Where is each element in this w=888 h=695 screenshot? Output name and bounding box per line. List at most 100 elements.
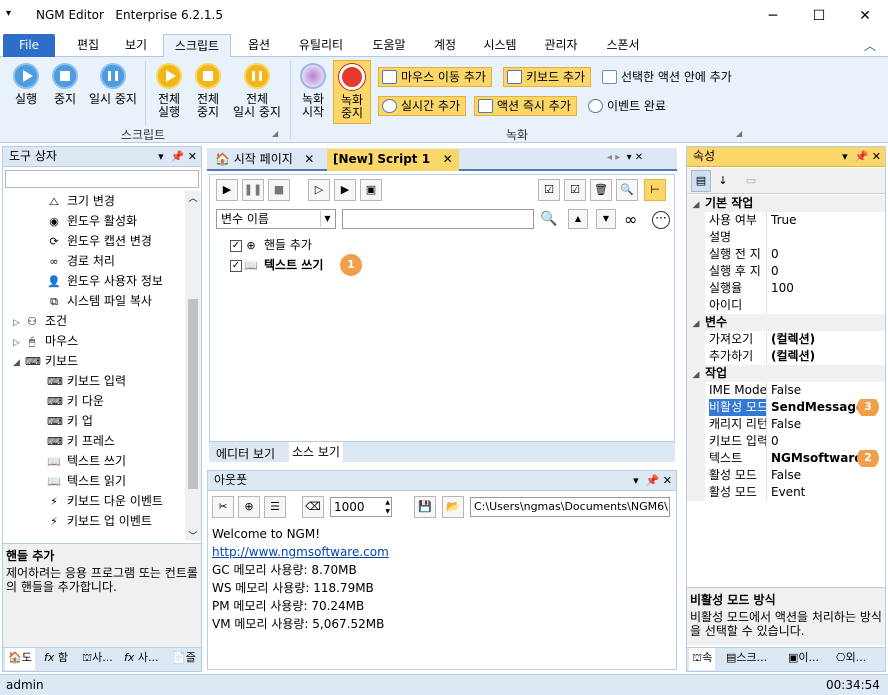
search-icon[interactable]: 🔍 xyxy=(540,211,557,227)
save-icon[interactable]: 💾 xyxy=(414,496,436,518)
record-start-button[interactable]: 녹화 시작 xyxy=(296,63,330,119)
infinity-icon[interactable]: ∞ xyxy=(624,210,637,229)
action-item[interactable]: ✓ 📖 텍스트 쓰기 1 xyxy=(230,254,530,276)
pause-all-button[interactable]: 전체 일시 중지 xyxy=(228,63,286,119)
property-row[interactable]: 활성 모드 Event xyxy=(687,484,885,501)
toolbox-item[interactable]: ∞ 경로 처리 xyxy=(3,251,185,271)
panel-buttons[interactable]: ▾ 📌 ✕ xyxy=(842,147,881,166)
step-over-icon[interactable]: ▣ xyxy=(360,179,382,201)
ribbon-collapse-icon[interactable]: ︿ xyxy=(864,37,876,54)
tab-scroll-icon[interactable]: ◂ ▸ ▾ ✕ xyxy=(607,152,643,163)
toolbox-item[interactable]: ⚡ 키보드 다운 이벤트 xyxy=(3,491,185,511)
variable-search-input[interactable] xyxy=(342,209,534,229)
tab-start-page[interactable]: 🏠 시작 페이지 ✕ xyxy=(209,149,320,171)
run-button[interactable]: 실행 xyxy=(6,63,46,106)
property-row[interactable]: IME Mode False xyxy=(687,382,885,399)
variable-name-select[interactable]: 변수 이름 ▼ xyxy=(216,209,336,229)
property-value[interactable]: False xyxy=(771,416,883,433)
toolbox-item[interactable]: ◉ 윈도우 활성화 xyxy=(3,211,185,231)
tree-view-icon[interactable]: ⊢ xyxy=(644,179,666,201)
tab-toolbox[interactable]: 🏠도 xyxy=(5,648,35,670)
toolbox-item[interactable]: ▷ 🖱 마우스 xyxy=(3,331,185,351)
expand-icon[interactable]: ▷ xyxy=(13,313,25,333)
categorized-icon[interactable]: ▤ xyxy=(691,170,711,192)
step-icon[interactable]: ▷ xyxy=(308,179,330,201)
minimize-button[interactable]: ─ xyxy=(750,0,796,32)
property-value[interactable]: 100 xyxy=(771,280,883,297)
action-checkbox[interactable]: ✓ xyxy=(230,259,242,272)
property-row[interactable]: 추가하기 (컬렉션) xyxy=(687,348,885,365)
tab-editor-view[interactable]: 에디터 보기 xyxy=(213,444,278,466)
add-action-now-button[interactable]: 액션 즉시 추가 xyxy=(474,96,577,116)
stepper-arrows-icon[interactable]: ▲ ▼ xyxy=(385,498,390,516)
property-row[interactable]: 실행율 100 xyxy=(687,280,885,297)
tab-view[interactable]: 보기 xyxy=(114,34,158,57)
toolbox-item[interactable]: ⌨ 키 다운 xyxy=(3,391,185,411)
event-complete-button[interactable]: 이벤트 완료 xyxy=(584,96,672,116)
search-icon[interactable]: 🔍 xyxy=(616,179,638,201)
run-icon[interactable]: ▶ xyxy=(216,179,238,201)
toolbox-item[interactable]: 👤 윈도우 사용자 정보 xyxy=(3,271,185,291)
toolbox-item[interactable]: 📖 텍스트 쓰기 xyxy=(3,451,185,471)
property-row[interactable]: 텍스트 NGMsoftware 2 xyxy=(687,450,885,467)
add-realtime-button[interactable]: 실시간 추가 xyxy=(378,96,467,116)
eraser-icon[interactable]: ⌫ xyxy=(302,496,324,518)
action-item[interactable]: ✓ ⊕ 핸들 추가 xyxy=(230,235,530,255)
property-value[interactable]: False xyxy=(771,382,883,399)
panel-buttons[interactable]: ▾ 📌 ✕ xyxy=(633,471,672,490)
add-page-icon[interactable]: ⊕ xyxy=(238,496,260,518)
property-value[interactable]: (컬렉션) xyxy=(771,331,883,348)
tab-scripts[interactable]: ▤스크... xyxy=(723,648,770,670)
toolbox-item[interactable]: ▷ ⚇ 조건 xyxy=(3,311,185,331)
property-row[interactable]: 사용 여부 True xyxy=(687,212,885,229)
property-row[interactable]: 비활성 모드 SendMessage 3 xyxy=(687,399,885,416)
property-value[interactable]: True xyxy=(771,212,883,229)
sort-az-icon[interactable]: ↓ xyxy=(713,170,733,192)
tab-admin[interactable]: 관리자 xyxy=(534,34,588,57)
toolbox-item[interactable]: ⌨ 키보드 입력 xyxy=(3,371,185,391)
property-row[interactable]: 설명 xyxy=(687,229,885,246)
move-up-icon[interactable]: ▲ xyxy=(568,209,588,229)
tab-options[interactable]: 옵션 xyxy=(237,34,281,57)
property-row[interactable]: 실행 후 지0 xyxy=(687,263,885,280)
property-row[interactable]: 키보드 입력 0 xyxy=(687,433,885,450)
toolbox-item[interactable]: ⧍ 크기 변경 xyxy=(3,191,185,211)
add-keyboard-button[interactable]: 키보드 추가 xyxy=(503,67,592,87)
toolbox-item[interactable]: ⚡ 키보드 업 이벤트 xyxy=(3,511,185,531)
action-checkbox[interactable]: ✓ xyxy=(230,239,242,252)
dialog-launcher-icon[interactable]: ◢ xyxy=(736,129,742,138)
system-menu-icon[interactable]: ▾ xyxy=(6,8,11,19)
more-icon[interactable]: ··· xyxy=(652,211,670,229)
check-all-icon[interactable]: ☑ xyxy=(538,179,560,201)
close-button[interactable]: ✕ xyxy=(842,0,888,32)
add-mouse-move-button[interactable]: 마우스 이동 추가 xyxy=(378,67,492,87)
step-into-icon[interactable]: ▶ xyxy=(334,179,356,201)
toolbox-item[interactable]: ⟳ 윈도우 캡션 변경 xyxy=(3,231,185,251)
property-row[interactable]: 가져오기 (컬렉션) xyxy=(687,331,885,348)
property-value[interactable]: (컬렉션) xyxy=(771,348,883,365)
property-row[interactable]: 실행 전 지0 xyxy=(687,246,885,263)
collapse-icon[interactable]: ◢ xyxy=(13,353,25,373)
panel-buttons[interactable]: ▾ 📌 ✕ xyxy=(158,147,197,166)
check-icon[interactable]: ☑ xyxy=(564,179,586,201)
maximize-button[interactable]: ☐ xyxy=(796,0,842,32)
tab-properties[interactable]: ⛫속 xyxy=(689,648,716,670)
toolbox-item[interactable]: ⌨ 키 업 xyxy=(3,411,185,431)
tab-script[interactable]: 스크립트 xyxy=(163,34,231,57)
run-all-button[interactable]: 전체 실행 xyxy=(150,63,188,119)
log-path-input[interactable]: C:\Users\ngmas\Documents\NGM6\ xyxy=(470,497,670,517)
move-down-icon[interactable]: ▼ xyxy=(596,209,616,229)
stop-button[interactable]: 중지 xyxy=(46,63,84,106)
tab-images[interactable]: ▣이... xyxy=(785,648,822,670)
property-category[interactable]: ◢ 변수 xyxy=(687,314,885,331)
toolbox-item[interactable]: 📖 텍스트 읽기 xyxy=(3,471,185,491)
property-pages-icon[interactable]: ▭ xyxy=(741,170,761,192)
property-value[interactable]: Event xyxy=(771,484,883,501)
stop-icon[interactable]: ■ xyxy=(268,179,290,201)
collapse-icon[interactable]: ◢ xyxy=(687,367,705,382)
tab-account[interactable]: 계정 xyxy=(423,34,467,57)
tab-script-1[interactable]: [New] Script 1 ✕ xyxy=(327,149,459,171)
tab-help[interactable]: 도움말 xyxy=(362,34,416,57)
property-row[interactable]: 캐리지 리턴 False xyxy=(687,416,885,433)
toolbox-item[interactable]: ⌨ 키 프레스 xyxy=(3,431,185,451)
